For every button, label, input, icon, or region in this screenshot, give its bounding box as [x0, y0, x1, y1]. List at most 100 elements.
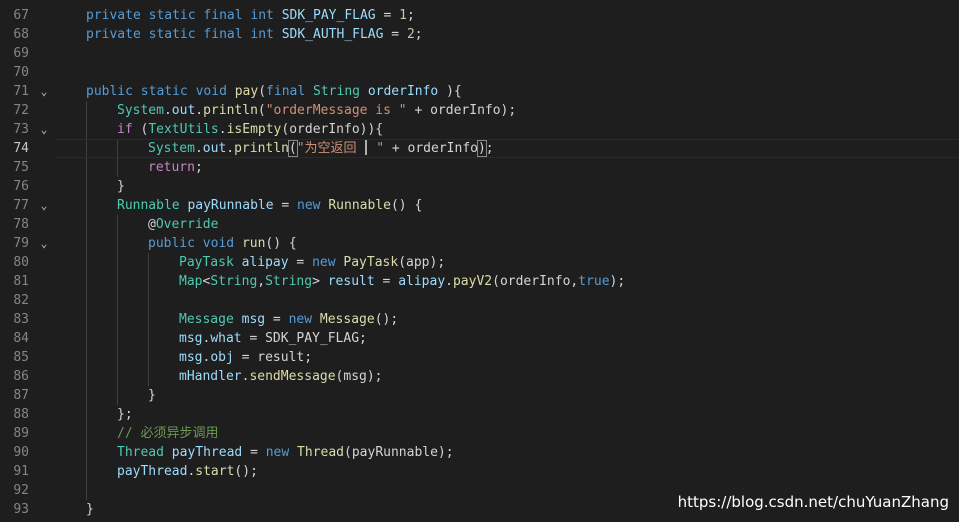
fold-chevron-down-icon[interactable]: ⌄ [38, 234, 50, 253]
code-token: TextUtils [148, 122, 219, 137]
line-number: 89 [13, 426, 29, 441]
code-token: new [265, 445, 298, 460]
code-token: private [86, 27, 149, 42]
code-text: } [86, 500, 94, 519]
code-token: payV2 [452, 274, 493, 289]
line-number: 80 [13, 255, 29, 270]
indent-guide [148, 329, 149, 348]
line-number: 87 [13, 388, 29, 403]
code-text: mHandler.sendMessage(msg); [179, 367, 383, 386]
code-token: . [195, 103, 204, 118]
code-line[interactable]: 80 PayTask alipay = new PayTask(app); [0, 253, 959, 272]
code-line[interactable]: 67 private static final int SDK_PAY_FLAG … [0, 6, 959, 25]
code-text: System.out.println("orderMessage is " + … [117, 101, 516, 120]
code-line[interactable]: 73 ⌄ if (TextUtils.isEmpty(orderInfo)){ [0, 120, 959, 139]
code-token: result [327, 274, 375, 289]
code-token: (); [234, 464, 258, 479]
indent-guide [86, 253, 87, 272]
code-line[interactable]: 84 msg.what = SDK_PAY_FLAG; [0, 329, 959, 348]
code-line[interactable]: 82 [0, 291, 959, 310]
code-token: payThread [171, 445, 243, 460]
code-line[interactable]: 75 return; [0, 158, 959, 177]
code-text: return; [148, 158, 203, 177]
line-number: 69 [13, 46, 29, 61]
code-line[interactable]: 89 // 必须异步调用 [0, 424, 959, 443]
indent-guide [148, 291, 149, 310]
indent-guide [86, 234, 87, 253]
line-number: 93 [13, 502, 29, 517]
code-token: new [288, 312, 320, 327]
fold-chevron-down-icon[interactable]: ⌄ [38, 82, 50, 101]
code-line[interactable]: 90 Thread payThread = new Thread(payRunna… [0, 443, 959, 462]
code-token: int [250, 27, 282, 42]
code-text: } [148, 386, 156, 405]
indent-guide [86, 481, 87, 500]
line-number: 79 [13, 236, 29, 251]
code-token: final [203, 27, 251, 42]
code-token: () { [390, 198, 423, 213]
indent-guide [86, 424, 87, 443]
code-line[interactable]: 74 System.out.println("为空返回 " + orderInfo… [0, 139, 959, 158]
code-line[interactable]: 69 [0, 44, 959, 63]
code-line[interactable]: 68 private static final int SDK_AUTH_FLAG… [0, 25, 959, 44]
code-line[interactable]: 87} [0, 386, 959, 405]
code-line[interactable]: 70 [0, 63, 959, 82]
code-token: PayTask [343, 255, 399, 270]
code-token: // 必须异步调用 [117, 426, 219, 441]
code-token: msg [241, 312, 266, 327]
code-token: msg [179, 350, 203, 365]
code-text: Map<String,String> result = alipay.payV2… [179, 272, 625, 291]
code-token: = [375, 8, 400, 23]
watermark: https://blog.csdn.net/chuYuanZhang [677, 493, 949, 511]
indent-guide [117, 215, 118, 234]
code-line[interactable]: 83 Message msg = new Message(); [0, 310, 959, 329]
indent-guide [86, 386, 87, 405]
indent-guide [86, 405, 87, 424]
code-line[interactable]: 76} [0, 177, 959, 196]
code-text: private static final int SDK_AUTH_FLAG =… [86, 25, 423, 44]
code-text: }; [117, 405, 133, 424]
line-number: 72 [13, 103, 29, 118]
code-token: out [171, 103, 196, 118]
code-token: start [195, 464, 235, 479]
code-token: > [312, 274, 328, 289]
code-line[interactable]: 85 msg.obj = result; [0, 348, 959, 367]
code-token: , [257, 274, 266, 289]
code-token: = [273, 198, 298, 213]
code-token: Runnable [328, 198, 391, 213]
code-token: (app); [398, 255, 446, 270]
code-token: + orderInfo [384, 141, 478, 156]
indent-guide [86, 329, 87, 348]
code-token: String [313, 84, 368, 99]
code-token: Override [155, 217, 219, 232]
indent-guide [86, 158, 87, 177]
code-token: orderInfo [367, 84, 439, 99]
code-line[interactable]: 77 ⌄ Runnable payRunnable = new Runnable()… [0, 196, 959, 215]
code-token: () { [265, 236, 297, 251]
code-line[interactable]: 78 @Override [0, 215, 959, 234]
code-token: (orderInfo)){ [281, 122, 384, 137]
line-number: 91 [13, 464, 29, 479]
code-token: = [242, 445, 266, 460]
line-number: 83 [13, 312, 29, 327]
code-editor[interactable]: 67 private static final int SDK_PAY_FLAG … [0, 0, 959, 522]
code-token: static [148, 8, 204, 23]
code-line[interactable]: 79 ⌄ public void run() { [0, 234, 959, 253]
code-token: ) [476, 140, 487, 157]
code-line[interactable]: 86 mHandler.sendMessage(msg); [0, 367, 959, 386]
code-token: alipay [241, 255, 289, 270]
code-token: public [86, 84, 141, 99]
code-line[interactable]: 91 payThread.start(); [0, 462, 959, 481]
code-text: PayTask alipay = new PayTask(app); [179, 253, 445, 272]
fold-chevron-down-icon[interactable]: ⌄ [38, 196, 50, 215]
fold-chevron-down-icon[interactable]: ⌄ [38, 120, 50, 139]
code-token: = SDK_PAY_FLAG; [241, 331, 367, 346]
code-token: . [194, 141, 203, 156]
code-line[interactable]: 72 System.out.println("orderMessage is " … [0, 101, 959, 120]
code-text: msg.obj = result; [179, 348, 312, 367]
code-line[interactable]: 71 ⌄ public static void pay(final String o… [0, 82, 959, 101]
code-line[interactable]: 81 Map<String,String> result = alipay.pay… [0, 272, 959, 291]
code-line[interactable]: 88}; [0, 405, 959, 424]
indent-guide [117, 367, 118, 386]
code-token: (msg); [335, 369, 383, 384]
